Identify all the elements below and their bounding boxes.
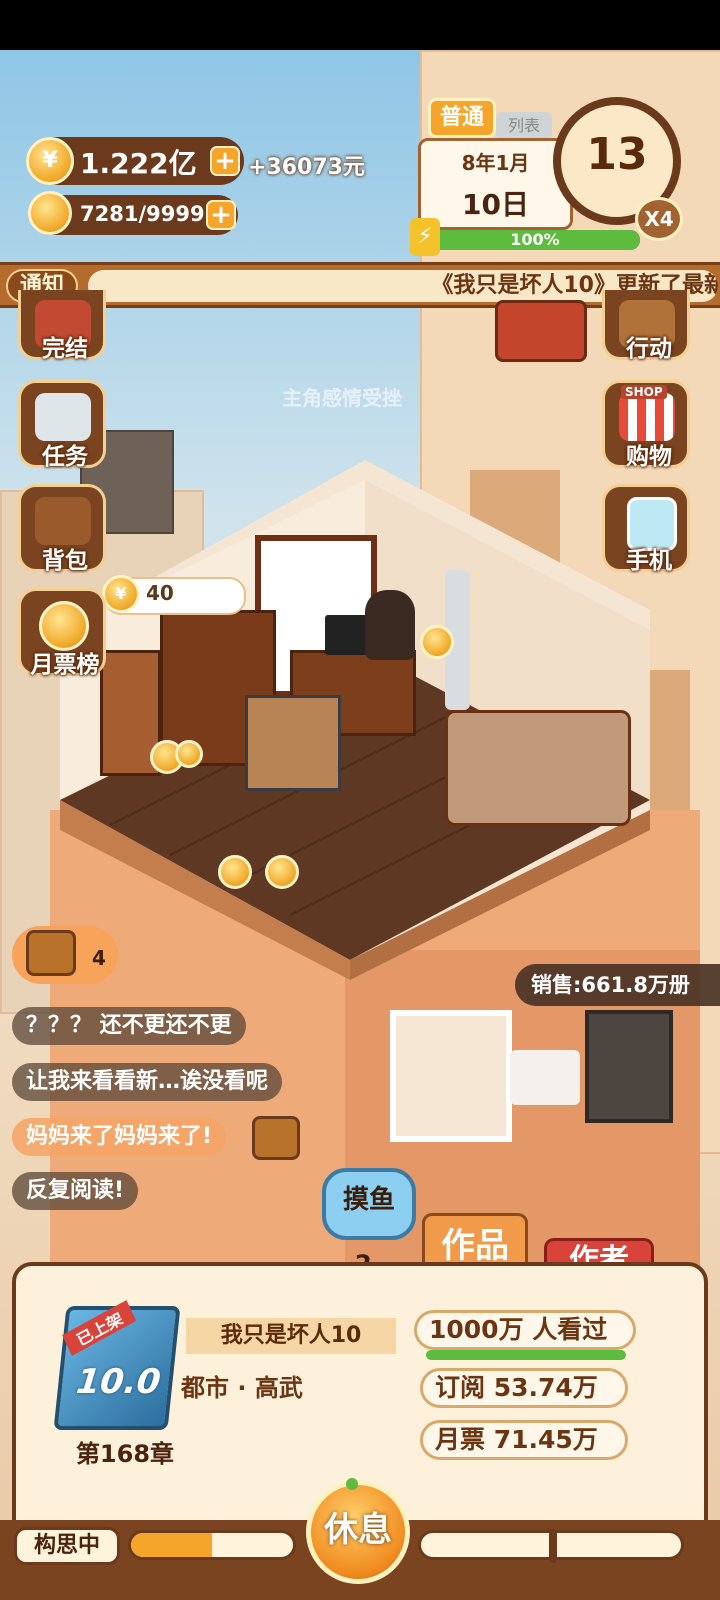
coin-icon: ¥	[26, 137, 74, 185]
views-bar	[426, 1350, 626, 1360]
rest-button[interactable]: 休息	[306, 1480, 410, 1584]
room-coin-value: 40	[146, 581, 174, 605]
lightbulb-pickup-icon[interactable]	[175, 740, 203, 768]
book-cover-ribbon: 已上架	[62, 1300, 137, 1356]
mode-tab-list[interactable]: 列表	[496, 112, 552, 140]
air-conditioner	[510, 1050, 580, 1105]
calendar-year-month: 8年1月	[461, 151, 530, 175]
treasure-chest-button[interactable]: 4	[12, 926, 118, 984]
bed	[445, 710, 631, 826]
lightbulb-icon	[28, 191, 72, 235]
treasure-chest-icon[interactable]	[252, 1116, 300, 1160]
building-window-front	[390, 1010, 512, 1142]
shop-icon	[619, 393, 675, 441]
menu-finished-button[interactable]: 完结	[18, 290, 106, 362]
secondary-progress-marker	[549, 1529, 557, 1563]
menu-ranking-button[interactable]: 月票榜	[18, 588, 106, 678]
player-character[interactable]	[365, 590, 415, 660]
rest-indicator-dot	[346, 1478, 358, 1490]
status-label: 构思中	[14, 1527, 120, 1565]
menu-phone-label: 手机	[626, 548, 672, 574]
progress-bar-fill	[131, 1533, 212, 1557]
room-coin-badge[interactable]: ¥ 40	[102, 575, 246, 615]
menu-shop-label: 购物	[626, 444, 672, 470]
speed-button[interactable]: X4	[635, 197, 683, 241]
shop-sign: SHOP	[621, 385, 667, 399]
book-score: 10.0	[74, 1362, 163, 1402]
status-bar	[0, 0, 720, 50]
comment-bubble: 让我来看看新…诶没看呢	[12, 1063, 283, 1101]
coins-value: 1.222亿	[80, 147, 197, 180]
treasure-count: 4	[92, 946, 106, 970]
add-energy-button[interactable]: +	[206, 200, 236, 230]
menu-tasks-label: 任务	[42, 444, 88, 470]
comment-bubble: 反复阅读!	[12, 1172, 139, 1210]
book-title: 我只是坏人10	[186, 1318, 396, 1354]
wall-tv	[585, 1010, 673, 1123]
subscribe-pill: 订阅 53.74万	[420, 1368, 628, 1408]
menu-finished-label: 完结	[42, 336, 88, 362]
slack-off-button[interactable]: 摸鱼	[322, 1168, 416, 1240]
comment-bubble-highlight[interactable]: 妈妈来了妈妈来了!	[12, 1118, 227, 1156]
lightbulb-pickup-icon[interactable]	[265, 855, 299, 889]
menu-shop-button[interactable]: SHOP 购物	[602, 380, 690, 470]
floating-hint: 主角感情受挫	[282, 386, 402, 410]
lightning-icon[interactable]: ⚡	[410, 218, 440, 256]
monthly-votes-pill: 月票 71.45万	[420, 1420, 628, 1460]
trophy-shelf-icon[interactable]	[495, 300, 587, 362]
clock-value: 13	[586, 129, 648, 180]
menu-action-button[interactable]: 行动	[602, 290, 690, 362]
trophy-coin-icon	[39, 601, 89, 651]
add-coins-button[interactable]: +	[210, 146, 240, 176]
calendar-day: 10日	[462, 188, 529, 221]
menu-backpack-button[interactable]: 背包	[18, 484, 106, 574]
mode-tab-normal[interactable]: 普通	[428, 98, 496, 138]
menu-action-label: 行动	[626, 336, 672, 362]
backpack-icon	[35, 497, 91, 545]
secondary-progress-bar	[418, 1529, 684, 1563]
progress-bar	[128, 1530, 296, 1560]
coin-icon: ¥	[102, 575, 140, 613]
menu-ranking-label: 月票榜	[30, 652, 100, 678]
book-chapter: 第168章	[75, 1440, 175, 1468]
energy-value: 7281/9999	[80, 202, 205, 226]
checklist-icon	[35, 393, 91, 441]
dog-house	[245, 695, 341, 791]
views-pill: 1000万 人看过	[414, 1310, 636, 1350]
book-genre: 都市 · 高武	[181, 1374, 303, 1402]
stamina-percent: 100%	[510, 230, 560, 249]
stamina-bar: 100%	[430, 230, 640, 250]
lightbulb-pickup-icon[interactable]	[218, 855, 252, 889]
comment-bubble: ？？？ 还不更还不更	[12, 1007, 246, 1045]
treasure-chest-icon	[26, 930, 76, 976]
lightbulb-pickup-icon[interactable]	[420, 625, 454, 659]
menu-phone-button[interactable]: 手机	[602, 484, 690, 574]
menu-tasks-button[interactable]: 任务	[18, 380, 106, 470]
income-value: +36073元	[248, 155, 365, 180]
menu-backpack-label: 背包	[42, 548, 88, 574]
views-bar-fill	[426, 1350, 626, 1360]
sales-badge: 销售:661.8万册	[515, 964, 720, 1006]
book-cover[interactable]: 已上架 10.0	[53, 1300, 181, 1430]
calendar-card: 8年1月 10日	[418, 138, 573, 230]
